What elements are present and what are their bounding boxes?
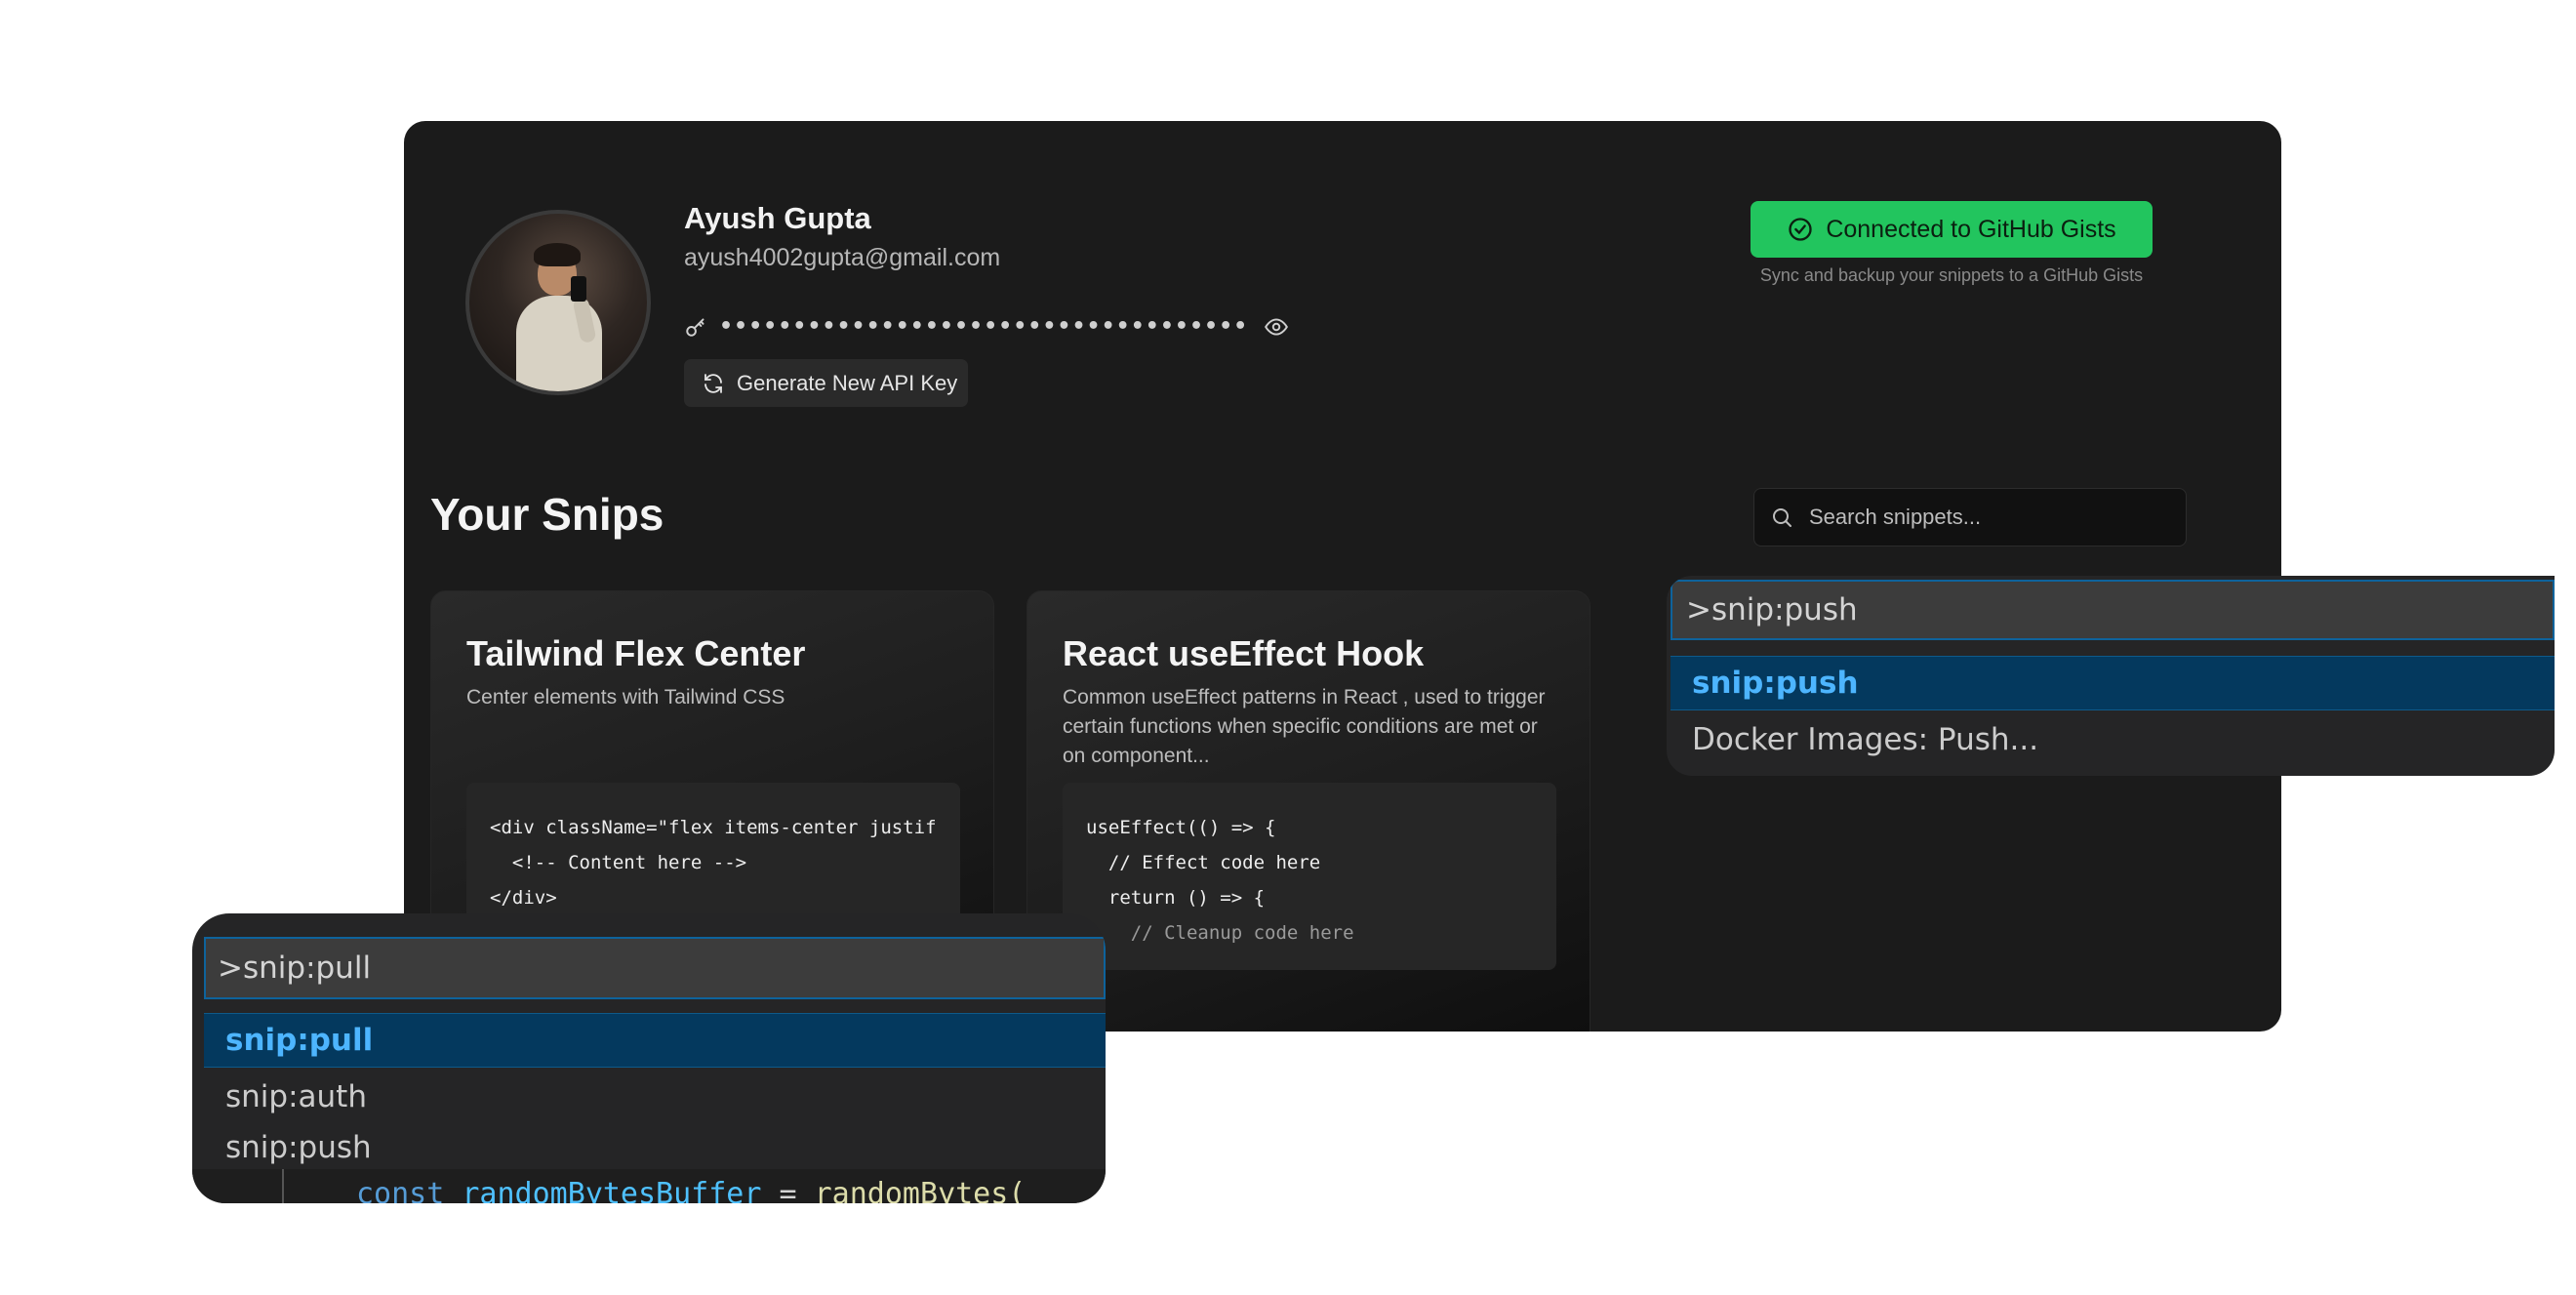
command-item-docker-push[interactable]: Docker Images: Push... bbox=[1670, 712, 2555, 767]
command-item-snip-auth[interactable]: snip:auth bbox=[204, 1070, 1106, 1124]
user-name: Ayush Gupta bbox=[684, 201, 871, 235]
github-gists-button[interactable]: Connected to GitHub Gists bbox=[1751, 201, 2153, 258]
eye-icon[interactable] bbox=[1264, 314, 1289, 340]
github-gists-label: Connected to GitHub Gists bbox=[1826, 215, 2116, 243]
search-icon bbox=[1773, 508, 1791, 527]
refresh-icon bbox=[704, 373, 722, 393]
search-input[interactable] bbox=[1809, 505, 2180, 530]
command-item-snip-push[interactable]: snip:push bbox=[1670, 656, 2555, 710]
snippet-card[interactable]: React useEffect Hook Common useEffect pa… bbox=[1026, 590, 1590, 1032]
api-key-row: •••••••••••••••••••••••••••••••••••• bbox=[684, 313, 1289, 341]
check-circle-icon bbox=[1789, 218, 1812, 241]
command-input[interactable]: >snip:push bbox=[1670, 580, 2555, 640]
avatar bbox=[465, 210, 651, 395]
search-box bbox=[1753, 488, 2187, 546]
editor-code-line: const randomBytesBuffer = randomBytes( bbox=[192, 1169, 1106, 1203]
snippet-title: React useEffect Hook bbox=[1063, 633, 1425, 673]
section-title: Your Snips bbox=[430, 489, 664, 540]
github-sync-subtitle: Sync and backup your snippets to a GitHu… bbox=[1759, 265, 2144, 285]
snippet-title: Tailwind Flex Center bbox=[466, 633, 806, 673]
snippet-description: Center elements with Tailwind CSS bbox=[466, 686, 785, 708]
generate-api-key-label: Generate New API Key bbox=[737, 370, 958, 395]
command-palette-push: >snip:push snip:push Docker Images: Push… bbox=[1667, 576, 2555, 776]
api-key-value: •••••••••••••••••••••••••••••••••••• bbox=[719, 314, 1249, 339]
user-email: ayush4002gupta@gmail.com bbox=[684, 244, 1001, 271]
command-palette-pull: >snip:pull snip:pull snip:auth snip:push… bbox=[192, 913, 1106, 1203]
snippet-description: Common useEffect patterns in React , use… bbox=[1063, 686, 1546, 767]
command-item-snip-push[interactable]: snip:push bbox=[204, 1120, 1106, 1175]
key-icon bbox=[686, 318, 704, 337]
snippet-code: useEffect(() => { // Effect code here re… bbox=[1063, 783, 1556, 970]
command-item-snip-pull[interactable]: snip:pull bbox=[204, 1013, 1106, 1068]
generate-api-key-button[interactable]: Generate New API Key bbox=[684, 359, 968, 407]
command-input[interactable]: >snip:pull bbox=[204, 937, 1106, 999]
